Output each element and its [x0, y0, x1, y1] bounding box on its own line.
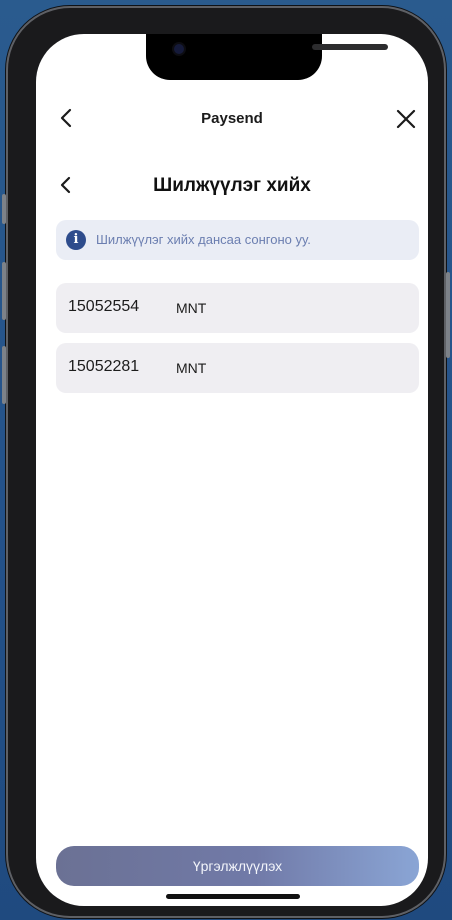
info-banner: i Шилжүүлэг хийх дансаа сонгоно уу.	[56, 220, 419, 260]
account-currency: MNT	[176, 360, 207, 376]
close-icon[interactable]	[396, 109, 416, 129]
phone-side-button	[2, 346, 6, 404]
info-text: Шилжүүлэг хийх дансаа сонгоно уу.	[96, 232, 311, 247]
phone-side-button	[2, 194, 6, 224]
account-card[interactable]: 15052281 MNT	[56, 343, 419, 393]
continue-button[interactable]: Үргэлжлүүлэх	[56, 846, 419, 886]
phone-side-button	[446, 272, 450, 358]
app-title: Paysend	[201, 110, 263, 127]
account-number: 15052554	[68, 298, 140, 315]
camera	[174, 44, 184, 54]
account-number: 15052281	[68, 358, 140, 375]
phone-frame: Paysend Шилжүүлэг хийх i Шилжүүлэг хийх …	[2, 6, 450, 918]
app-screen: Paysend Шилжүүлэг хийх i Шилжүүлэг хийх …	[36, 34, 428, 906]
page-title: Шилжүүлэг хийх	[153, 175, 311, 196]
phone-side-button	[2, 262, 6, 320]
speaker	[312, 44, 388, 50]
home-indicator	[166, 894, 300, 899]
notch	[146, 34, 388, 80]
account-currency: MNT	[176, 300, 207, 316]
info-icon: i	[66, 230, 86, 250]
account-card[interactable]: 15052554 MNT	[56, 283, 419, 333]
